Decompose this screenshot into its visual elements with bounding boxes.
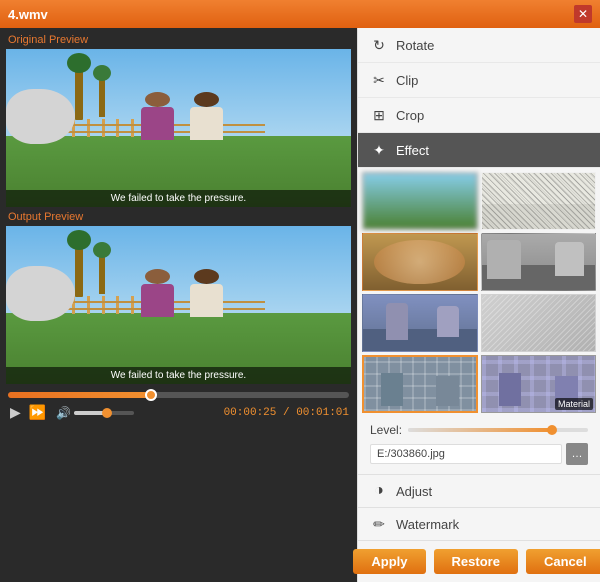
subtitle: We failed to take the pressure. [6, 190, 351, 207]
progress-fill [8, 392, 151, 398]
window-title: 4.wmv [8, 7, 48, 22]
level-label: Level: [370, 423, 402, 437]
apply-button[interactable]: Apply [353, 549, 425, 574]
action-row: Apply Restore Cancel [358, 540, 600, 582]
fence-post [116, 296, 119, 315]
nav-item-rotate[interactable]: ↻ Rotate [358, 28, 600, 63]
nav-item-effect[interactable]: ✦ Effect [358, 133, 600, 168]
clip-icon: ✂ [370, 71, 388, 89]
effect-label: Effect [396, 143, 429, 158]
fence-post [131, 119, 134, 138]
person1-body [141, 107, 174, 140]
effect-thumb-warm[interactable] [362, 233, 478, 291]
nav-item-crop[interactable]: ⊞ Crop [358, 98, 600, 133]
person-1-out [137, 269, 178, 329]
effect-panel: Material Level: … [358, 168, 600, 474]
title-bar: 4.wmv ✕ [0, 0, 600, 28]
original-preview-label: Original Preview [6, 34, 351, 46]
effect-label-material: Material [555, 398, 593, 410]
effect-thumb-cool[interactable] [362, 294, 478, 352]
person-2 [185, 92, 226, 152]
person2-body-out [190, 284, 223, 317]
main-container: Original Preview [0, 28, 600, 582]
output-label-text: Preview [44, 211, 83, 223]
effect-icon: ✦ [370, 141, 388, 159]
nav-item-watermark[interactable]: ✏ Watermark [358, 507, 600, 540]
subtitle-out: We failed to take the pressure. [6, 367, 351, 384]
person-1 [137, 92, 178, 152]
clip-label: Clip [396, 73, 418, 88]
crop-icon: ⊞ [370, 106, 388, 124]
restore-button[interactable]: Restore [434, 549, 518, 574]
filepath-input[interactable] [370, 444, 562, 464]
effect-thumb-blocks[interactable]: Material [481, 355, 597, 413]
play-button[interactable]: ▶ [8, 404, 23, 421]
level-row: Level: [362, 419, 596, 441]
cancel-button[interactable]: Cancel [526, 549, 600, 574]
effect-grid: Material [362, 172, 596, 413]
watermark-label: Watermark [396, 517, 459, 532]
person1-head [145, 92, 170, 107]
output-preview-label: Output Preview [6, 211, 351, 223]
crop-label: Crop [396, 108, 424, 123]
progress-thumb[interactable] [145, 389, 157, 401]
person1-body-out [141, 284, 174, 317]
level-fill [408, 428, 552, 432]
filepath-browse-button[interactable]: … [566, 443, 588, 465]
original-scene: We failed to take the pressure. [6, 49, 351, 207]
step-forward-button[interactable]: ⏩ [27, 404, 48, 421]
person2-body [190, 107, 223, 140]
adjust-label: Adjust [396, 484, 432, 499]
right-panel: ↻ Rotate ✂ Clip ⊞ Crop ✦ Effect [357, 28, 600, 582]
rotate-label: Rotate [396, 38, 434, 53]
effect-thumb-blur[interactable] [362, 172, 478, 230]
tree-2-out [99, 250, 105, 294]
person2-head-out [194, 269, 219, 284]
fence-post [102, 296, 105, 315]
effect-thumb-sketch[interactable] [481, 172, 597, 230]
tree-1-out [75, 242, 83, 297]
fence-post [116, 119, 119, 138]
volume-thumb[interactable] [102, 408, 112, 418]
progress-bar[interactable] [8, 392, 349, 398]
person1-head-out [145, 269, 170, 284]
nav-item-clip[interactable]: ✂ Clip [358, 63, 600, 98]
time-display: 00:00:25 / 00:01:01 [224, 407, 349, 419]
volume-track[interactable] [74, 411, 134, 415]
output-video-preview: We failed to take the pressure. [6, 226, 351, 384]
horse-out [6, 266, 75, 321]
level-track[interactable] [408, 428, 588, 432]
watermark-icon: ✏ [370, 515, 388, 533]
filepath-row: … [362, 441, 596, 469]
tree-1 [75, 65, 83, 120]
left-panel: Original Preview [0, 28, 357, 582]
person-2-out [185, 269, 226, 329]
rotate-icon: ↻ [370, 36, 388, 54]
effect-thumb-grayscale[interactable] [481, 233, 597, 291]
adjust-icon: ◑ [370, 482, 388, 500]
fence-post [87, 119, 90, 138]
original-video-preview: We failed to take the pressure. [6, 49, 351, 207]
fence-post [102, 119, 105, 138]
playback-controls: ▶ ⏩ 🔊 00:00:25 / 00:01:01 [6, 388, 351, 425]
nav-item-adjust[interactable]: ◑ Adjust [358, 474, 600, 507]
transport-row: ▶ ⏩ 🔊 00:00:25 / 00:01:01 [8, 404, 349, 421]
person2-head [194, 92, 219, 107]
close-button[interactable]: ✕ [574, 5, 592, 23]
fence-post [131, 296, 134, 315]
tree-2 [99, 73, 105, 117]
effect-thumb-emboss[interactable] [481, 294, 597, 352]
volume-icon: 🔊 [56, 406, 71, 420]
fence-post [87, 296, 90, 315]
output-scene: We failed to take the pressure. [6, 226, 351, 384]
level-thumb[interactable] [547, 425, 557, 435]
effect-thumb-mosaic[interactable] [362, 355, 478, 413]
volume-control: 🔊 [56, 406, 134, 420]
horse [6, 89, 75, 144]
